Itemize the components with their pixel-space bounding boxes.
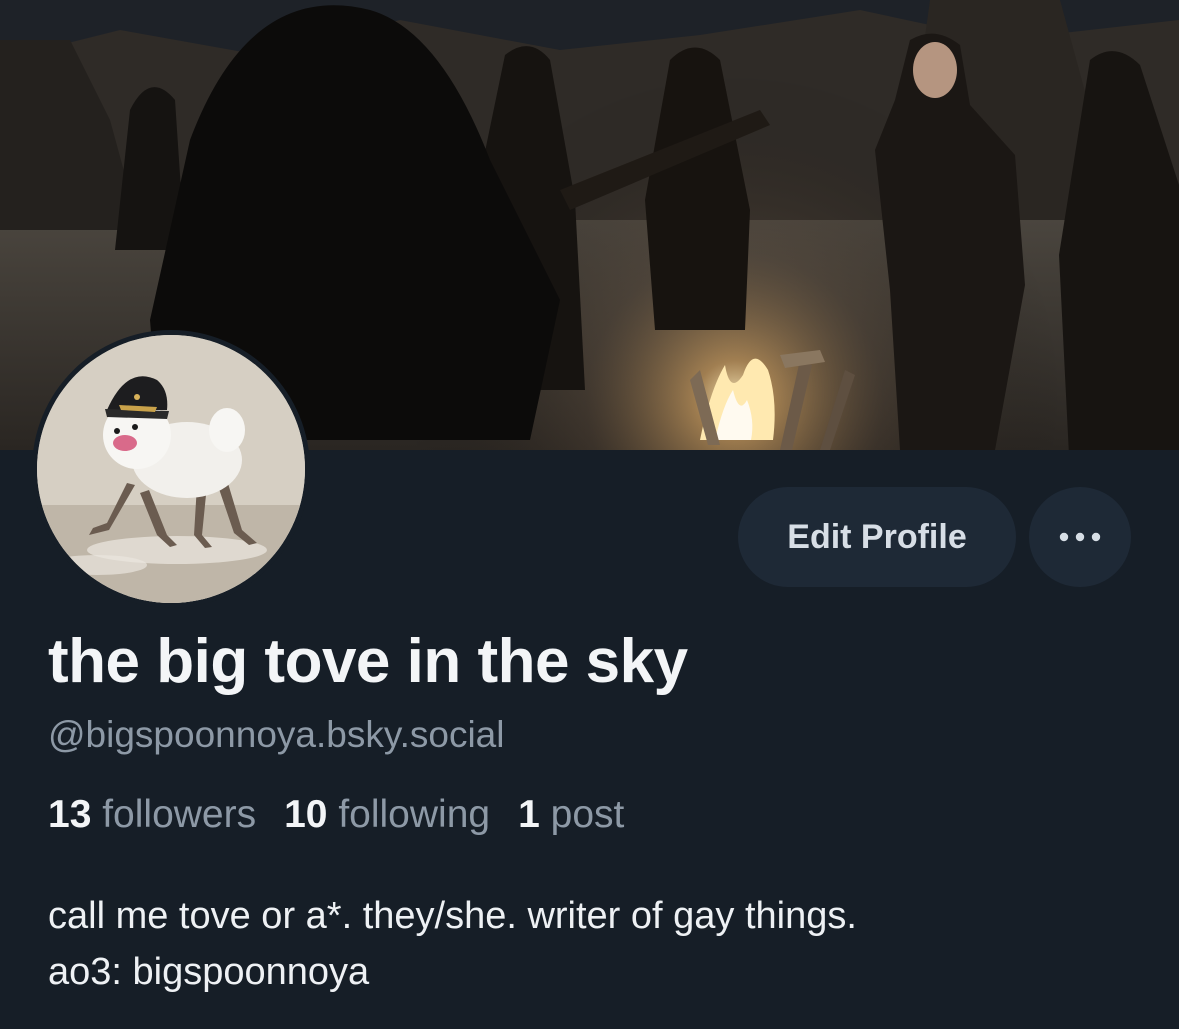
posts-count: 1	[518, 793, 551, 836]
profile-stats: 13 followers 10 following 1 post	[48, 793, 652, 837]
following-count: 10	[284, 793, 339, 836]
bio-line: call me tove or a*. they/she. writer of …	[48, 895, 857, 937]
edit-profile-label: Edit Profile	[787, 517, 967, 556]
followers-count: 13	[48, 793, 103, 836]
avatar-image	[37, 335, 305, 603]
profile-bio: call me tove or a*. they/she. writer of …	[48, 888, 1148, 1000]
avatar[interactable]	[32, 330, 310, 608]
followers-stat[interactable]: 13 followers	[48, 793, 256, 837]
user-handle: @bigspoonnoya.bsky.social	[48, 714, 505, 755]
posts-stat: 1 post	[518, 793, 624, 837]
following-label: following	[338, 793, 491, 836]
posts-label: post	[550, 793, 625, 836]
bio-line: ao3: bigspoonnoya	[48, 951, 370, 993]
edit-profile-button[interactable]: Edit Profile	[738, 487, 1016, 587]
followers-label: followers	[102, 793, 257, 836]
more-options-button[interactable]	[1029, 487, 1131, 587]
ellipsis-icon	[1059, 532, 1101, 542]
following-stat[interactable]: 10 following	[284, 793, 490, 837]
display-name: the big tove in the sky	[48, 627, 688, 696]
